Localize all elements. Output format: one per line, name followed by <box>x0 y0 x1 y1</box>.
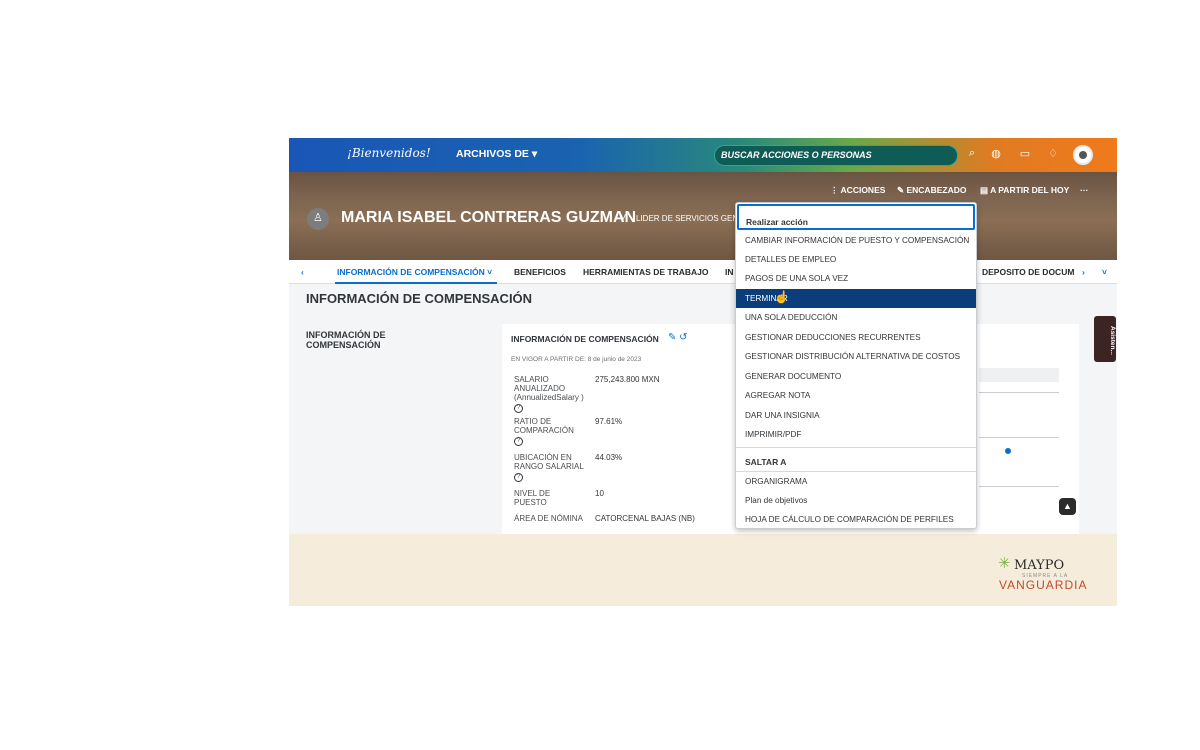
tab-deposito[interactable]: DEPOSITO DE DOCUM <box>982 267 1074 277</box>
book-icon[interactable]: ▭ <box>1018 147 1032 160</box>
menu-item-selected[interactable]: TERMINAR ☝ <box>736 289 976 308</box>
field-label: RATIO DE COMPARACIÓN ? <box>514 417 574 446</box>
divider <box>979 437 1059 438</box>
menu-header-label: Realizar acción <box>746 217 808 227</box>
main-content: INFORMACIÓN DE COMPENSACIÓN INFORMACIÓN … <box>289 284 1117 544</box>
field-value: 44.03% <box>595 453 623 462</box>
tab-herramientas[interactable]: HERRAMIENTAS DE TRABAJO <box>583 267 708 277</box>
actions-button[interactable]: ⋮ ACCIONES <box>830 185 885 196</box>
menu-item[interactable]: Plan de objetivos <box>736 491 976 510</box>
person-icon: ♙ <box>307 208 329 230</box>
chart-point <box>1005 448 1011 454</box>
bell-icon[interactable]: ♢ <box>1046 147 1060 160</box>
menu-item[interactable]: IMPRIMIR/PDF <box>736 425 976 444</box>
left-section-label: INFORMACIÓN DE COMPENSACIÓN <box>306 330 386 350</box>
help-icon: ? <box>514 404 523 413</box>
actions-dropdown-menu: Realizar acción CAMBIAR INFORMACIÓN DE P… <box>735 202 977 529</box>
assistant-tab[interactable]: Asisten... <box>1094 316 1116 362</box>
tabs-prev-button[interactable]: ‹ <box>301 267 304 277</box>
tab-in[interactable]: IN <box>725 267 734 277</box>
menu-item[interactable]: DETALLES DE EMPLEO <box>736 250 976 269</box>
divider <box>979 392 1059 393</box>
jump-section-header: SALTAR A <box>745 457 787 467</box>
tab-beneficios[interactable]: BENEFICIOS <box>514 267 566 277</box>
page-title: INFORMACIÓN DE COMPENSACIÓN <box>306 291 533 306</box>
field-value: 10 <box>595 489 604 498</box>
brand-name: MAYPO <box>1014 558 1065 573</box>
user-avatar[interactable] <box>1073 145 1093 165</box>
more-button[interactable]: ··· <box>1080 185 1089 195</box>
field-label: UBICACIÓN EN RANGO SALARIAL ? <box>514 453 584 482</box>
menu-item[interactable]: GESTIONAR DEDUCCIONES RECURRENTES <box>736 328 976 347</box>
company-logo[interactable]: ¡Bienvenidos! <box>347 146 431 160</box>
profile-header: ⋮ ACCIONES ✎ ENCABEZADO ▤ A PARTIR DEL H… <box>289 172 1117 260</box>
menu-item[interactable]: GENERAR DOCUMENTO <box>736 367 976 386</box>
menu-item[interactable]: GESTIONAR DISTRIBUCIÓN ALTERNATIVA DE CO… <box>736 347 976 366</box>
card-title: INFORMACIÓN DE COMPENSACIÓN <box>511 334 659 344</box>
menu-item[interactable]: HOJA DE CÁLCULO DE COMPARACIÓN DE PERFIL… <box>736 510 976 529</box>
chevron-down-icon[interactable]: ˅ <box>620 212 626 224</box>
archivos-menu[interactable]: ARCHIVOS DE ▾ <box>456 148 537 160</box>
scroll-top-button[interactable]: ▲ <box>1059 498 1076 515</box>
menu-item[interactable]: ORGANIGRAMA <box>736 472 976 491</box>
encabezado-button[interactable]: ✎ ENCABEZADO <box>897 185 966 196</box>
effective-date: EN VIGOR A PARTIR DE: 8 de junio de 2023 <box>511 356 642 363</box>
search-icon[interactable]: ⌕ <box>965 147 979 160</box>
employee-role: LIDER DE SERVICIOS GEN <box>636 214 739 223</box>
menu-divider <box>736 447 976 448</box>
tab-informacion-compensacion[interactable]: INFORMACIÓN DE COMPENSACIÓN ˅ <box>337 267 492 277</box>
field-value: 97.61% <box>595 417 623 426</box>
menu-item[interactable]: AGREGAR NOTA <box>736 386 976 405</box>
menu-item[interactable]: CAMBIAR INFORMACIÓN DE PUESTO Y COMPENSA… <box>736 231 976 250</box>
search-input[interactable]: BUSCAR ACCIONES O PERSONAS <box>714 145 958 166</box>
menu-header: Realizar acción <box>737 204 975 230</box>
menu-item[interactable]: PAGOS DE UNA SOLA VEZ <box>736 269 976 288</box>
field-label: NIVEL DE PUESTO <box>514 489 551 507</box>
maypo-logo-icon: ✳ <box>998 555 1011 572</box>
edit-icon[interactable]: ✎ ↺ <box>668 332 688 343</box>
top-navigation-bar: ¡Bienvenidos! ARCHIVOS DE ▾ BUSCAR ACCIO… <box>289 138 1117 172</box>
chat-icon[interactable]: ◍ <box>989 147 1003 160</box>
hand-cursor-icon: ☝ <box>774 290 789 304</box>
employee-name: MARIA ISABEL CONTRERAS GUZMAN <box>341 209 637 226</box>
field-value: CATORCENAL BAJAS (NB) <box>595 514 695 523</box>
search-placeholder: BUSCAR ACCIONES O PERSONAS <box>721 150 872 160</box>
date-button[interactable]: ▤ A PARTIR DEL HOY <box>980 185 1069 196</box>
brand-slogan: VANGUARDIA <box>999 578 1088 592</box>
placeholder-bar <box>979 368 1059 382</box>
menu-item[interactable]: UNA SOLA DEDUCCIÓN <box>736 308 976 327</box>
menu-item[interactable]: DAR UNA INSIGNIA <box>736 406 976 425</box>
footer-banner: ✳ MAYPO SIEMPRE A LA VANGUARDIA <box>289 534 1117 606</box>
tabs-expand-button[interactable]: ˅ <box>1102 267 1107 277</box>
help-icon: ? <box>514 437 523 446</box>
section-tabs: ‹ INFORMACIÓN DE COMPENSACIÓN ˅ BENEFICI… <box>289 260 1117 284</box>
field-value: 275,243.800 MXN <box>595 375 660 384</box>
app-window: ¡Bienvenidos! ARCHIVOS DE ▾ BUSCAR ACCIO… <box>289 138 1117 606</box>
tabs-next-button[interactable]: › <box>1082 267 1085 277</box>
field-label: SALARIO ANUALIZADO (AnnualizedSalary ) ? <box>514 375 584 413</box>
help-icon: ? <box>514 473 523 482</box>
divider <box>979 486 1059 487</box>
field-label: ÁREA DE NÓMINA <box>514 514 583 523</box>
